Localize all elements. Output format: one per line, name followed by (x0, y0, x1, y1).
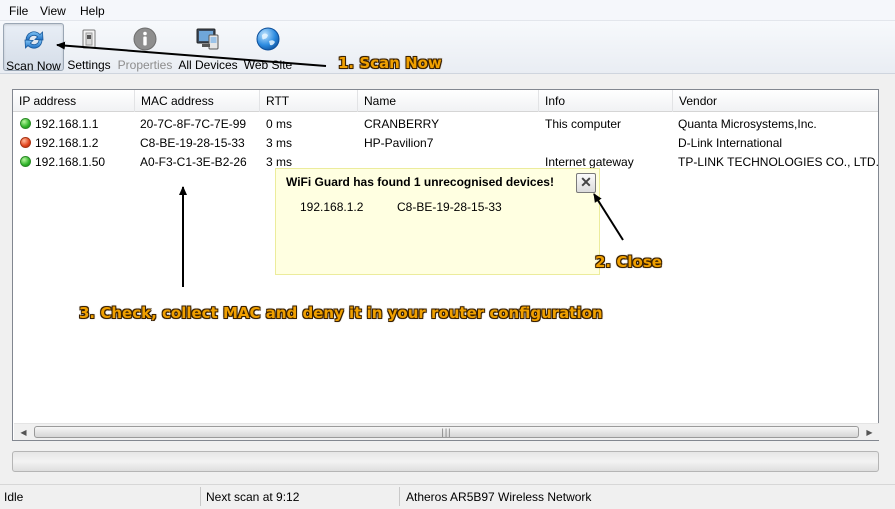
arrow-to-scan-now (56, 41, 327, 67)
annotation-step-3: 3. Check, collect MAC and deny it in you… (79, 304, 603, 322)
annotation-step-2: 2. Close (595, 253, 662, 271)
arrow-to-close (593, 193, 624, 241)
annotation-step-1: 1. Scan Now (338, 54, 442, 72)
annotation-arrows (56, 41, 624, 287)
